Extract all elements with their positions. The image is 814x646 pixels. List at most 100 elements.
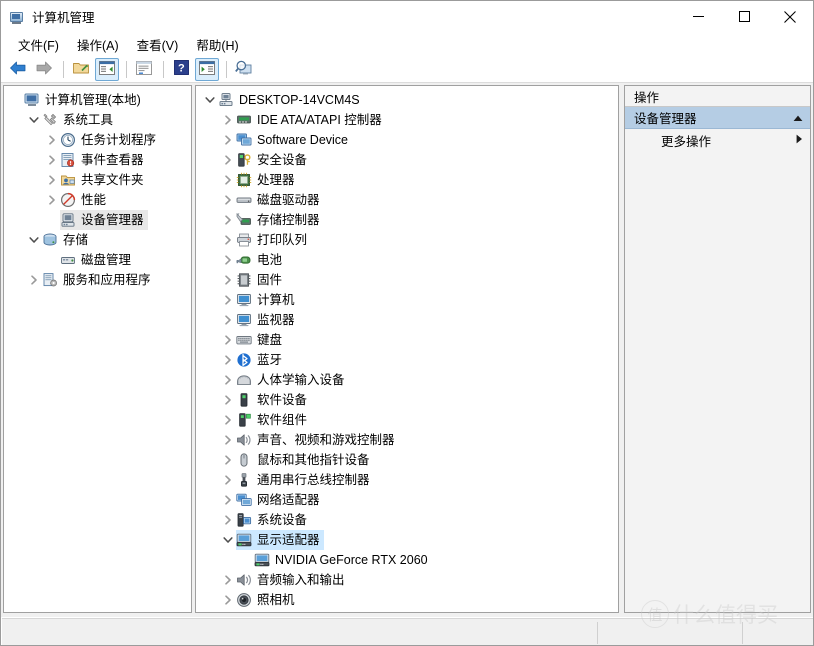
device-tree-row[interactable]: 音频输入和输出 [196,570,618,590]
device-tree-item[interactable]: 照相机 [236,590,299,610]
console-tree-row[interactable]: 任务计划程序 [4,130,191,150]
device-tree-item[interactable]: 存储控制器 [236,210,324,230]
chevron-down-icon[interactable] [26,230,42,250]
chevron-right-icon[interactable] [220,110,236,130]
chevron-right-icon[interactable] [220,330,236,350]
chevron-right-icon[interactable] [220,490,236,510]
device-tree-item[interactable]: 电池 [236,250,286,270]
device-tree-row[interactable]: 打印队列 [196,230,618,250]
device-tree-row[interactable]: Software Device [196,130,618,150]
chevron-right-icon[interactable] [220,250,236,270]
console-tree-row[interactable]: 计算机管理(本地) [4,90,191,110]
device-tree-row[interactable]: 网络适配器 [196,490,618,510]
device-tree-row[interactable]: DESKTOP-14VCM4S [196,90,618,110]
maximize-button[interactable] [721,1,767,32]
device-tree-item[interactable]: 计算机 [236,290,299,310]
console-tree-item[interactable]: 存储 [42,230,92,250]
console-tree-row[interactable]: 服务和应用程序 [4,270,191,290]
device-tree-row[interactable]: 人体学输入设备 [196,370,618,390]
chevron-right-icon[interactable] [220,410,236,430]
device-tree-item[interactable]: 安全设备 [236,150,311,170]
chevron-down-icon[interactable] [202,90,218,110]
device-tree-item[interactable]: 系统设备 [236,510,311,530]
device-tree-item[interactable]: 软件组件 [236,410,311,430]
scan-hardware-changes-button[interactable] [232,58,256,81]
device-tree-row[interactable]: 鼠标和其他指针设备 [196,450,618,470]
chevron-right-icon[interactable] [220,430,236,450]
minimize-button[interactable] [675,1,721,32]
chevron-right-icon[interactable] [44,190,60,210]
device-tree-item[interactable]: 监视器 [236,310,299,330]
device-tree-item[interactable]: 固件 [236,270,286,290]
chevron-right-icon[interactable] [44,130,60,150]
chevron-down-icon[interactable] [220,530,236,550]
device-tree-item[interactable]: 软件设备 [236,390,311,410]
device-tree-row[interactable]: 软件设备 [196,390,618,410]
chevron-right-icon[interactable] [220,570,236,590]
console-tree-row[interactable]: 共享文件夹 [4,170,191,190]
device-tree-item[interactable]: NVIDIA GeForce RTX 2060 [254,550,432,570]
device-tree-row[interactable]: 固件 [196,270,618,290]
device-tree-row[interactable]: 蓝牙 [196,350,618,370]
actions-group-device-manager[interactable]: 设备管理器 [625,107,810,129]
chevron-right-icon[interactable] [44,150,60,170]
device-tree-row[interactable]: 电池 [196,250,618,270]
device-tree-row[interactable]: 显示适配器 [196,530,618,550]
device-tree-row[interactable]: 通用串行总线控制器 [196,470,618,490]
device-tree-item[interactable]: 鼠标和其他指针设备 [236,450,374,470]
chevron-right-icon[interactable] [220,450,236,470]
device-tree-row[interactable]: 监视器 [196,310,618,330]
more-actions-item[interactable]: 更多操作 [625,129,810,151]
forward-button[interactable] [32,58,56,81]
console-tree-item[interactable]: 共享文件夹 [60,170,148,190]
menu-action[interactable]: 操作(A) [68,33,128,56]
device-tree-row[interactable]: 磁盘驱动器 [196,190,618,210]
device-tree-row[interactable]: 系统设备 [196,510,618,530]
device-tree-item[interactable]: 显示适配器 [236,530,324,550]
device-tree-row[interactable]: 软件组件 [196,410,618,430]
chevron-down-icon[interactable] [26,110,42,130]
properties-button[interactable] [132,58,156,81]
console-tree-row[interactable]: 系统工具 [4,110,191,130]
device-tree-row[interactable]: 照相机 [196,590,618,610]
device-tree-row[interactable]: 计算机 [196,290,618,310]
chevron-right-icon[interactable] [220,390,236,410]
device-tree-row[interactable]: 安全设备 [196,150,618,170]
device-tree-item[interactable]: 磁盘驱动器 [236,190,324,210]
chevron-right-icon[interactable] [44,170,60,190]
device-tree-row[interactable]: IDE ATA/ATAPI 控制器 [196,110,618,130]
chevron-right-icon[interactable] [220,350,236,370]
device-tree-item[interactable]: DESKTOP-14VCM4S [218,90,364,110]
menu-help[interactable]: 帮助(H) [187,33,247,56]
menu-file[interactable]: 文件(F) [9,33,68,56]
console-tree-item[interactable]: 事件查看器 [60,150,148,170]
menu-view[interactable]: 查看(V) [128,33,188,56]
device-tree-item[interactable]: 网络适配器 [236,490,324,510]
chevron-right-icon[interactable] [220,270,236,290]
device-tree-row[interactable]: 处理器 [196,170,618,190]
device-tree-item[interactable]: 蓝牙 [236,350,286,370]
chevron-right-icon[interactable] [220,190,236,210]
chevron-right-icon[interactable] [220,230,236,250]
device-tree-item[interactable]: 人体学输入设备 [236,370,349,390]
chevron-right-icon[interactable] [26,270,42,290]
chevron-right-icon[interactable] [220,370,236,390]
chevron-right-icon[interactable] [220,310,236,330]
device-tree-item[interactable]: 声音、视频和游戏控制器 [236,430,399,450]
device-tree-item[interactable]: 通用串行总线控制器 [236,470,374,490]
chevron-right-icon[interactable] [220,470,236,490]
device-tree-item[interactable]: Software Device [236,130,352,150]
device-tree-item[interactable]: 打印队列 [236,230,311,250]
help-button[interactable]: ? [169,58,193,81]
console-tree-item[interactable]: 计算机管理(本地) [24,90,145,110]
chevron-right-icon[interactable] [220,170,236,190]
console-tree-row[interactable]: 性能 [4,190,191,210]
console-tree-row[interactable]: 磁盘管理 [4,250,191,270]
device-tree-row[interactable]: 存储控制器 [196,210,618,230]
console-tree-row[interactable]: 事件查看器 [4,150,191,170]
show-hide-console-tree-button[interactable] [95,57,119,81]
console-tree-item[interactable]: 磁盘管理 [60,250,135,270]
console-tree-item[interactable]: 任务计划程序 [60,130,160,150]
chevron-right-icon[interactable] [220,150,236,170]
show-hide-action-pane-button[interactable] [195,57,219,81]
